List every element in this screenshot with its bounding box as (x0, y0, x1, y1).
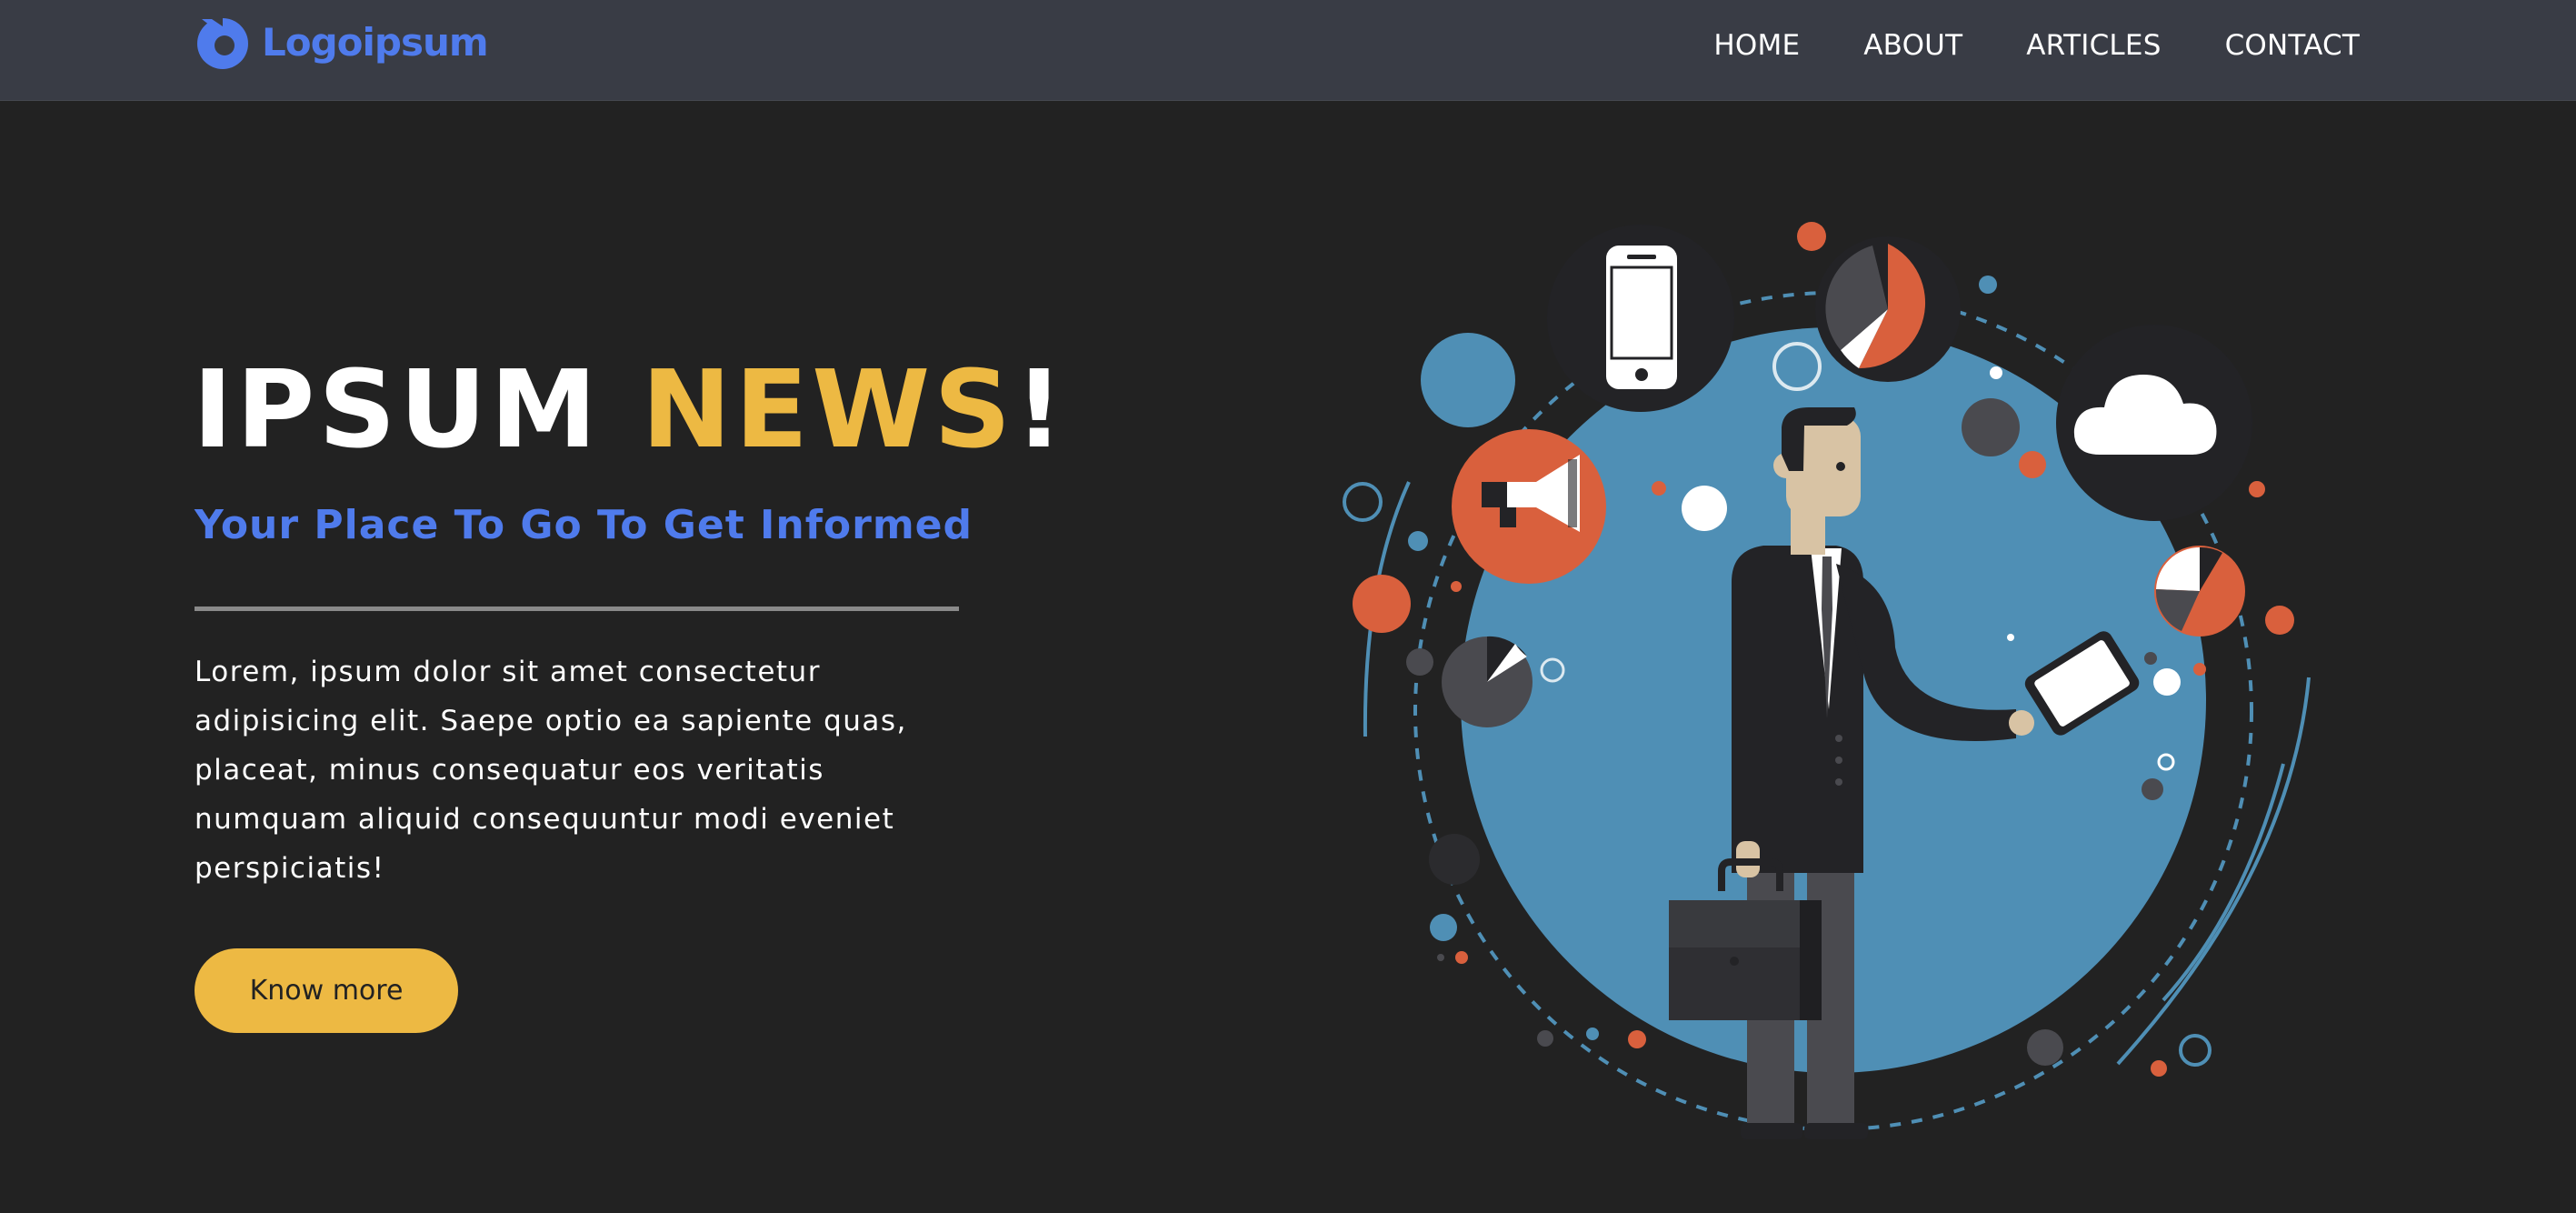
dot (1429, 834, 1480, 885)
ring (1343, 482, 1383, 522)
ring (2179, 1034, 2212, 1067)
dot (1408, 531, 1428, 551)
hero-title: IPSUM NEWS! (193, 346, 1067, 473)
brand-name: Logoipsum (262, 19, 489, 65)
know-more-button[interactable]: Know more (195, 948, 458, 1033)
dot (1353, 575, 1411, 633)
brand-logo[interactable]: Logoipsum (195, 13, 489, 71)
megaphone-bubble (1452, 429, 1606, 584)
dot (1537, 1030, 1553, 1047)
nav-link-home[interactable]: HOME (1713, 29, 1800, 62)
dot (1437, 954, 1444, 961)
hero-body-text: Lorem, ipsum dolor sit amet consectetur … (195, 656, 907, 885)
dot (2153, 668, 2181, 696)
dot (1962, 398, 2020, 456)
dot (1455, 951, 1468, 964)
dot (2151, 1060, 2167, 1077)
dot (2249, 481, 2265, 497)
dot (2193, 663, 2206, 676)
cloud-bubble (2056, 325, 2252, 521)
hero-subtitle: Your Place To Go To Get Informed (195, 502, 973, 548)
logoipsum-mark-icon (197, 16, 248, 69)
dot (1586, 1028, 1599, 1040)
pie-chart-right (2154, 546, 2245, 637)
dot (1797, 222, 1826, 251)
smartphone-bubble (1547, 225, 1734, 412)
dot (1421, 333, 1515, 427)
nav-link-articles[interactable]: ARTICLES (2026, 29, 2161, 62)
main-nav: HOME ABOUT ARTICLES CONTACT (1713, 0, 2360, 91)
hero-divider (195, 606, 959, 611)
dot (1451, 581, 1462, 592)
pie-chart-bubble-top (1815, 236, 1961, 382)
hero-title-ipsum: IPSUM (193, 346, 642, 472)
dot (2007, 634, 2014, 641)
dot (2142, 778, 2163, 800)
nav-link-about[interactable]: ABOUT (1863, 29, 1962, 62)
dot (1990, 366, 2002, 379)
nav-link-contact[interactable]: CONTACT (2225, 29, 2360, 62)
dot (2019, 451, 2046, 478)
hero-title-exclaim: ! (1014, 346, 1068, 472)
dot (1430, 914, 1457, 941)
pie-chart-left (1442, 636, 1533, 727)
dot (1406, 648, 1433, 676)
smartphone-icon (1606, 246, 1677, 389)
dot (1979, 276, 1997, 294)
dot (2027, 1029, 2063, 1066)
dot (1682, 486, 1727, 531)
hero-title-news: NEWS (641, 346, 1015, 472)
dot (2144, 652, 2157, 665)
dot (2265, 606, 2294, 635)
dot (1652, 481, 1666, 496)
dot (1628, 1030, 1646, 1048)
hero-illustration (1343, 222, 2311, 1139)
navbar: Logoipsum HOME ABOUT ARTICLES CONTACT (0, 0, 2576, 101)
